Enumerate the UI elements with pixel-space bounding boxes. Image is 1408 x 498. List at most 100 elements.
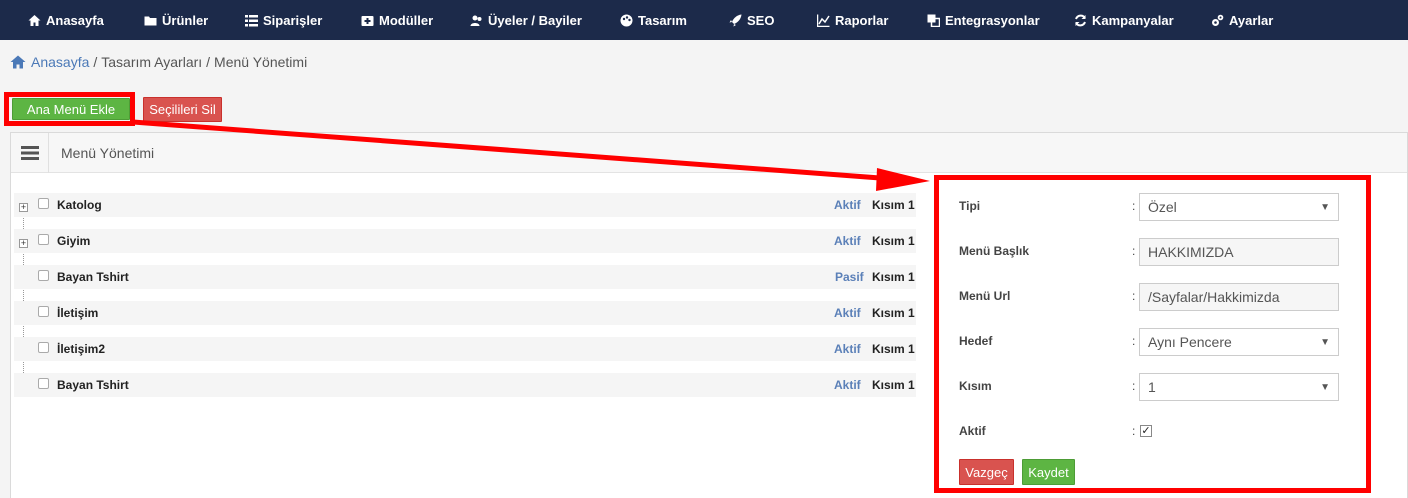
integration-icon [927, 14, 940, 27]
part-select-value: 1 [1148, 379, 1156, 395]
caret-down-icon: ▼ [1320, 202, 1330, 213]
caret-down-icon: ▼ [1320, 337, 1330, 348]
breadcrumb-item-menu-yonetimi: Menü Yönetimi [214, 54, 308, 70]
target-label: Hedef [959, 334, 993, 348]
menu-row[interactable]: İletişim2 Aktif Kısım 1 [14, 337, 916, 361]
home-icon [10, 55, 26, 69]
nav-tasarim[interactable]: Tasarım [620, 0, 687, 40]
row-checkbox[interactable] [38, 342, 49, 353]
chart-icon [817, 14, 830, 27]
nav-entegrasyonlar[interactable]: Entegrasyonlar [927, 0, 1040, 40]
form-colon: : [1132, 199, 1136, 213]
menu-status: Aktif [834, 198, 861, 212]
nav-urunler[interactable]: Ürünler [144, 0, 208, 40]
nav-siparisler[interactable]: Siparişler [245, 0, 322, 40]
nav-label: Anasayfa [46, 12, 104, 28]
menu-status: Pasif [835, 270, 864, 284]
breadcrumb-item-tasarim-ayarlari: Tasarım Ayarları [101, 54, 203, 70]
users-icon [470, 14, 483, 27]
menu-name: Bayan Tshirt [57, 270, 129, 284]
menu-name: Bayan Tshirt [57, 378, 129, 392]
form-colon: : [1132, 289, 1136, 303]
nav-label: Kampanyalar [1092, 12, 1174, 28]
menu-row[interactable]: Bayan Tshirt Pasif Kısım 1 [14, 265, 916, 289]
add-main-menu-button[interactable]: Ana Menü Ekle [12, 98, 130, 120]
menu-row[interactable]: + Giyim Aktif Kısım 1 [14, 229, 916, 253]
target-select-value: Aynı Pencere [1148, 334, 1232, 350]
menu-title-label: Menü Başlık [959, 244, 1030, 258]
menu-status: Aktif [834, 234, 861, 248]
type-select-value: Özel [1148, 199, 1177, 215]
target-select[interactable]: Aynı Pencere ▼ [1139, 328, 1339, 356]
nav-label: Ayarlar [1229, 12, 1274, 28]
gear-icon [1211, 14, 1224, 27]
nav-label: Siparişler [263, 12, 323, 28]
menu-status: Aktif [834, 378, 861, 392]
row-checkbox[interactable] [38, 234, 49, 245]
folder-icon [144, 14, 157, 27]
nav-label: Üyeler / Bayiler [488, 12, 582, 28]
expand-icon[interactable]: + [19, 203, 28, 212]
nav-label: Modüller [379, 12, 434, 28]
row-checkbox[interactable] [38, 378, 49, 389]
delete-selected-button[interactable]: Seçilileri Sil [143, 97, 222, 122]
nav-label: SEO [747, 12, 775, 28]
active-checkbox[interactable]: ✓ [1140, 425, 1152, 437]
form-colon: : [1132, 379, 1136, 393]
menu-part: Kısım 1 [872, 306, 915, 320]
nav-label: Ürünler [162, 12, 209, 28]
row-checkbox[interactable] [38, 306, 49, 317]
save-button[interactable]: Kaydet [1022, 459, 1075, 485]
list-icon [245, 14, 258, 27]
hamburger-icon[interactable] [11, 132, 49, 173]
menu-edit-form: Tipi : Özel ▼ Menü Başlık : HAKKIMIZDA M… [934, 175, 1371, 493]
rocket-icon [729, 14, 742, 27]
nav-label: Raporlar [835, 12, 889, 28]
nav-ayarlar[interactable]: Ayarlar [1211, 0, 1273, 40]
panel-title: Menü Yönetimi [61, 144, 155, 161]
nav-moduller[interactable]: Modüller [361, 0, 433, 40]
nav-label: Entegrasyonlar [945, 12, 1040, 28]
menu-status: Aktif [834, 306, 861, 320]
nav-anasayfa[interactable]: Anasayfa [28, 0, 104, 40]
nav-uyeler-bayiler[interactable]: Üyeler / Bayiler [470, 0, 582, 40]
breadcrumb-home-link[interactable]: Anasayfa [31, 54, 89, 70]
menu-part: Kısım 1 [872, 342, 915, 356]
menu-row[interactable]: Bayan Tshirt Aktif Kısım 1 [14, 373, 916, 397]
active-label: Aktif [959, 424, 986, 438]
nav-kampanyalar[interactable]: Kampanyalar [1074, 0, 1174, 40]
type-label: Tipi [959, 199, 981, 213]
palette-icon [620, 14, 633, 27]
nav-seo[interactable]: SEO [729, 0, 774, 40]
breadcrumb-separator: / [206, 54, 211, 70]
row-checkbox[interactable] [38, 270, 49, 281]
top-navbar: Anasayfa Ürünler Siparişler Modüller Üye… [0, 0, 1408, 40]
menu-url-label: Menü Url [959, 289, 1011, 303]
caret-down-icon: ▼ [1320, 382, 1330, 393]
nav-raporlar[interactable]: Raporlar [817, 0, 888, 40]
menu-name: Katolog [57, 198, 102, 212]
breadcrumb-separator: / [93, 54, 98, 70]
menu-part: Kısım 1 [872, 378, 915, 392]
part-label: Kısım [959, 379, 992, 393]
menu-part: Kısım 1 [872, 270, 915, 284]
panel-header: Menü Yönetimi [11, 132, 1407, 173]
cancel-button[interactable]: Vazgeç [959, 459, 1014, 485]
part-select[interactable]: 1 ▼ [1139, 373, 1339, 401]
type-select[interactable]: Özel ▼ [1139, 193, 1339, 221]
menu-row[interactable]: + Katolog Aktif Kısım 1 [14, 193, 916, 217]
menu-name: İletişim [57, 306, 99, 320]
module-icon [361, 14, 374, 27]
menu-title-input[interactable]: HAKKIMIZDA [1139, 238, 1339, 266]
form-colon: : [1132, 334, 1136, 348]
form-colon: : [1132, 244, 1136, 258]
breadcrumb: Anasayfa / Tasarım Ayarları / Menü Yönet… [10, 54, 307, 70]
nav-label: Tasarım [638, 12, 687, 28]
menu-name: İletişim2 [57, 342, 106, 356]
menu-name: Giyim [57, 234, 91, 248]
row-checkbox[interactable] [38, 198, 49, 209]
menu-url-input[interactable]: /Sayfalar/Hakkimizda [1139, 283, 1339, 311]
menu-part: Kısım 1 [872, 234, 915, 248]
expand-icon[interactable]: + [19, 239, 28, 248]
menu-row[interactable]: İletişim Aktif Kısım 1 [14, 301, 916, 325]
